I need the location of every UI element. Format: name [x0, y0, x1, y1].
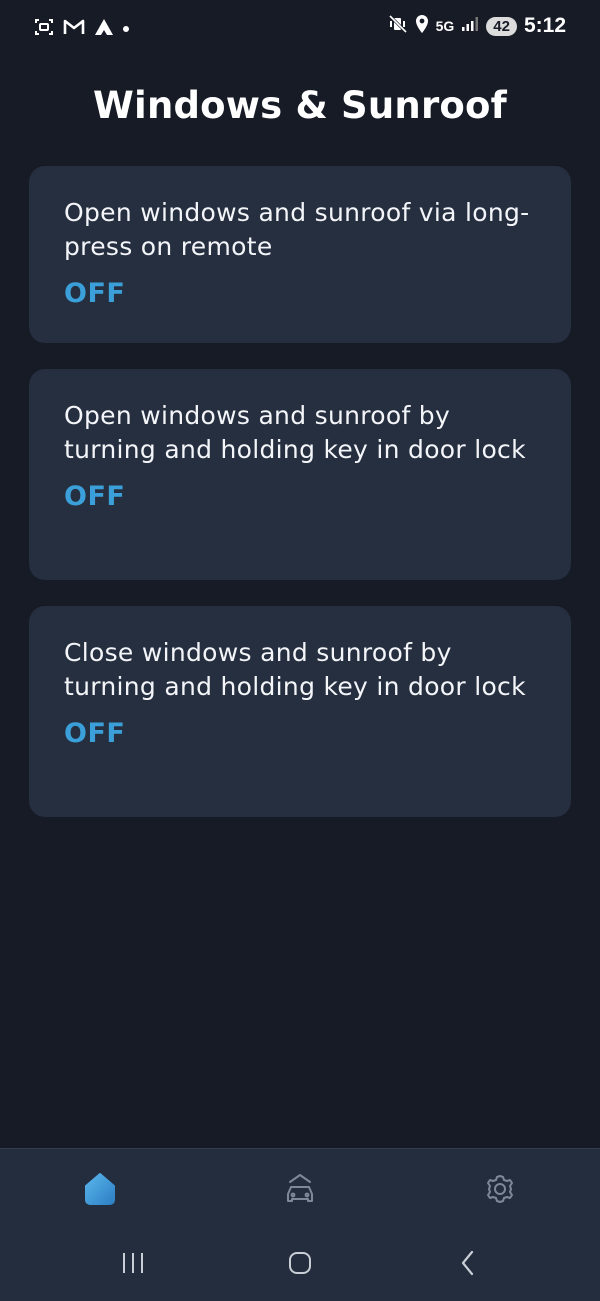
setting-card-key-open[interactable]: Open windows and sunroof by turning and …	[29, 369, 571, 580]
battery-level: 42	[486, 16, 517, 36]
status-bar: 5G 42 5:12	[0, 0, 600, 56]
system-navigation-bar	[0, 1249, 600, 1281]
setting-label: Open windows and sunroof via long-press …	[64, 198, 530, 261]
setting-value[interactable]: OFF	[64, 481, 541, 512]
nav-vehicle-button[interactable]	[280, 1171, 320, 1211]
network-type: 5G	[435, 18, 455, 34]
home-icon	[82, 1172, 118, 1210]
signal-icon	[461, 16, 479, 36]
car-icon	[282, 1172, 318, 1210]
nav-home-button[interactable]	[80, 1171, 120, 1211]
bottom-navigation	[0, 1148, 600, 1301]
setting-card-remote-open[interactable]: Open windows and sunroof via long-press …	[29, 166, 571, 343]
setting-card-key-close[interactable]: Close windows and sunroof by turning and…	[29, 606, 571, 817]
home-circle-icon	[287, 1250, 313, 1280]
mute-vibrate-icon	[388, 14, 408, 38]
clock: 5:12	[523, 14, 566, 37]
recents-button[interactable]	[113, 1249, 153, 1281]
setting-value[interactable]: OFF	[64, 278, 541, 309]
app-icon	[94, 18, 114, 40]
screenshot-icon	[34, 17, 54, 41]
location-icon	[415, 14, 429, 38]
status-left-icons	[34, 17, 129, 41]
gear-icon	[483, 1172, 517, 1210]
setting-label: Close windows and sunroof by turning and…	[64, 638, 526, 701]
recents-icon	[120, 1251, 146, 1279]
gmail-icon	[63, 18, 85, 40]
back-icon	[458, 1250, 478, 1280]
dot-icon	[123, 26, 129, 32]
nav-settings-button[interactable]	[480, 1171, 520, 1211]
back-button[interactable]	[448, 1249, 488, 1281]
setting-label: Open windows and sunroof by turning and …	[64, 401, 526, 464]
setting-value[interactable]: OFF	[64, 718, 541, 749]
page-title: Windows & Sunroof	[93, 84, 507, 127]
system-home-button[interactable]	[280, 1249, 320, 1281]
status-right-icons: 5G 42 5:12	[388, 14, 566, 38]
